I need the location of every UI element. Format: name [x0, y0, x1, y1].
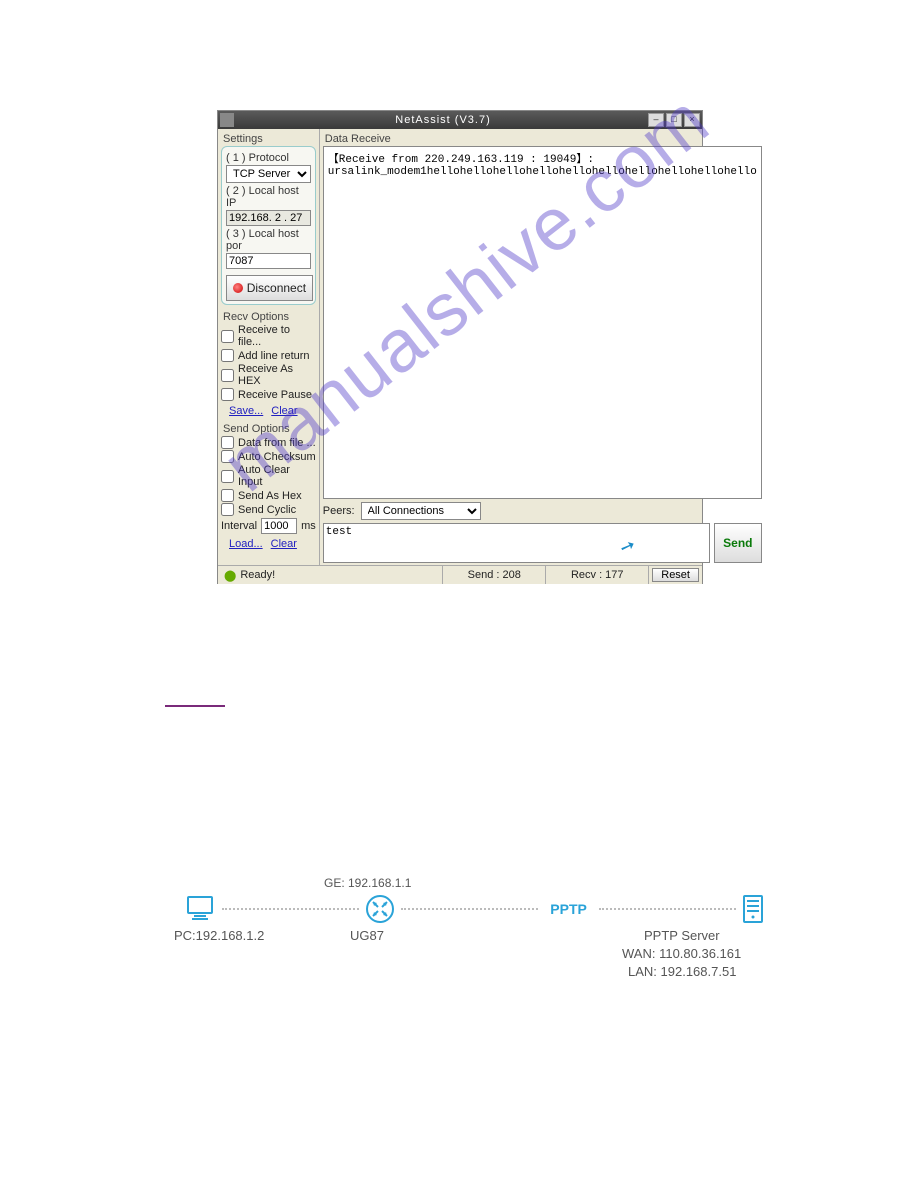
receive-as-hex-checkbox[interactable]: [221, 369, 234, 382]
local-ip-input[interactable]: [226, 210, 311, 226]
auto-clear-input-label: Auto Clear Input: [238, 464, 316, 488]
interval-input[interactable]: [261, 518, 297, 534]
link-pc-router: [222, 908, 359, 910]
recv-options-heading: Recv Options: [223, 311, 316, 323]
titlebar[interactable]: NetAssist (V3.7) – □ ×: [218, 111, 702, 129]
recv-line1: 【Receive from 220.249.163.119 : 19049】:: [328, 154, 594, 166]
receive-pause-checkbox[interactable]: [221, 388, 234, 401]
wan-label: WAN: 110.80.36.161: [622, 946, 741, 961]
router-icon: [365, 894, 395, 924]
pc-label: PC:192.168.1.2: [174, 928, 264, 943]
interval-unit: ms: [301, 520, 316, 532]
server-label: PPTP Server: [644, 928, 720, 943]
local-port-input[interactable]: [226, 253, 311, 269]
recv-clear-link[interactable]: Clear: [271, 405, 297, 417]
send-cyclic-label: Send Cyclic: [238, 504, 296, 516]
send-cyclic-checkbox[interactable]: [221, 503, 234, 516]
data-from-file-label: Data from file ...: [238, 437, 316, 449]
link-router-pptp: [401, 908, 538, 910]
status-send: Send : 208: [443, 566, 546, 584]
protocol-select[interactable]: TCP Server: [226, 165, 311, 183]
status-recv: Recv : 177: [546, 566, 649, 584]
protocol-label: ( 1 ) Protocol: [226, 152, 311, 164]
close-button[interactable]: ×: [684, 113, 700, 127]
recv-to-file-checkbox[interactable]: [221, 330, 234, 343]
send-clear-link[interactable]: Clear: [271, 538, 297, 550]
minimize-button[interactable]: –: [648, 113, 664, 127]
send-as-hex-label: Send As Hex: [238, 490, 302, 502]
send-options-heading: Send Options: [223, 423, 316, 435]
recv-to-file-label: Receive to file...: [238, 324, 316, 348]
send-load-link[interactable]: Load...: [229, 538, 263, 550]
disconnect-button[interactable]: Disconnect: [226, 275, 313, 301]
settings-group: ( 1 ) Protocol TCP Server ( 2 ) Local ho…: [221, 146, 316, 305]
recv-save-link[interactable]: Save...: [229, 405, 263, 417]
section-divider: [165, 705, 225, 707]
status-ready: Ready!: [240, 569, 275, 581]
peers-label: Peers:: [323, 505, 355, 517]
pc-icon: [184, 895, 216, 923]
receive-as-hex-label: Receive As HEX: [238, 363, 316, 387]
auto-clear-input-checkbox[interactable]: [221, 470, 234, 483]
lan-label: LAN: 192.168.7.51: [628, 964, 736, 979]
send-textarea[interactable]: [323, 523, 710, 563]
local-port-label: ( 3 ) Local host por: [226, 228, 311, 252]
disconnect-label: Disconnect: [247, 281, 306, 295]
peers-select[interactable]: All Connections: [361, 502, 481, 520]
add-line-return-checkbox[interactable]: [221, 349, 234, 362]
send-as-hex-checkbox[interactable]: [221, 489, 234, 502]
data-receive-box[interactable]: 【Receive from 220.249.163.119 : 19049】: …: [323, 146, 762, 499]
maximize-button[interactable]: □: [666, 113, 682, 127]
add-line-return-label: Add line return: [238, 350, 310, 362]
ge-label: GE: 192.168.1.1: [324, 876, 411, 890]
reset-button[interactable]: Reset: [652, 568, 699, 582]
record-icon: [233, 283, 243, 293]
auto-checksum-checkbox[interactable]: [221, 450, 234, 463]
router-label: UG87: [350, 928, 384, 943]
send-button[interactable]: Send: [714, 523, 762, 563]
interval-label: Interval: [221, 520, 257, 532]
netassist-window: NetAssist (V3.7) – □ × Settings ( 1 ) Pr…: [217, 110, 703, 584]
server-icon: [742, 894, 764, 924]
settings-panel: Settings ( 1 ) Protocol TCP Server ( 2 )…: [218, 129, 320, 565]
data-receive-heading: Data Receive: [325, 133, 762, 145]
pptp-label: PPTP: [550, 901, 587, 917]
link-pptp-server: [599, 908, 736, 910]
settings-heading: Settings: [223, 133, 316, 145]
local-ip-label: ( 2 ) Local host IP: [226, 185, 311, 209]
ready-icon: ⬤: [224, 569, 236, 582]
recv-line2: ursalink_modem1hellohellohellohellohello…: [328, 166, 757, 178]
data-from-file-checkbox[interactable]: [221, 436, 234, 449]
receive-pause-label: Receive Pause: [238, 389, 312, 401]
auto-checksum-label: Auto Checksum: [238, 451, 316, 463]
app-icon: [220, 113, 234, 127]
window-title: NetAssist (V3.7): [240, 114, 646, 126]
status-bar: ⬤ Ready! Send : 208 Recv : 177 Reset: [218, 565, 702, 584]
